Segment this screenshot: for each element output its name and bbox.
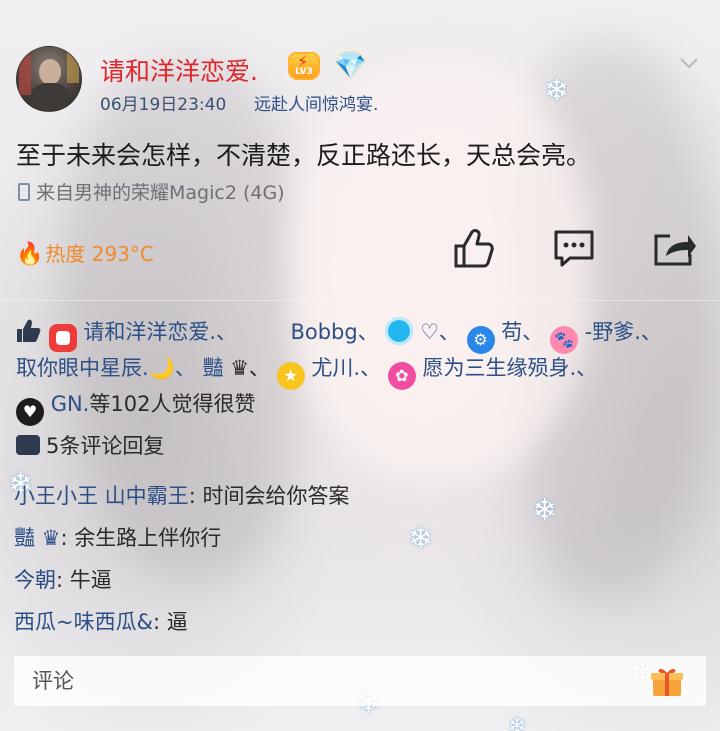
- post-time: 06月19日23:40: [100, 95, 227, 115]
- heat-indicator: 🔥 热度 293°C: [16, 242, 154, 267]
- comment-text: : 余生路上伴你行: [60, 526, 222, 550]
- thumbs-up-icon: [17, 319, 41, 342]
- post-card: 请和洋洋恋爱. ⚡ LV3 💎 06月19日23:40 远赴人间惊鸿宴. 至于未来…: [0, 0, 720, 731]
- post-text: 至于未来会怎样，不清楚，反正路还长，天总会亮。: [16, 141, 592, 170]
- likes-summary[interactable]: 等102人觉得很赞: [89, 392, 255, 416]
- comment-text: : 逼: [152, 610, 188, 634]
- liker-name[interactable]: GN.: [51, 392, 90, 416]
- flower-icon: ✿: [387, 362, 416, 390]
- fire-icon: 🔥: [16, 242, 44, 267]
- divider: [0, 300, 720, 301]
- comment-author[interactable]: 豔 ♛: [14, 526, 61, 550]
- comment-bar: [14, 656, 706, 706]
- like-button[interactable]: [452, 226, 496, 270]
- comment-item[interactable]: 西瓜~味西瓜&: 逼: [14, 606, 188, 636]
- user-badge-icon: [385, 317, 414, 345]
- crown-icon: ♛、: [230, 356, 271, 380]
- phone-icon: [18, 183, 30, 201]
- comments-count[interactable]: 5条评论回复: [16, 430, 164, 460]
- device-source: 来自男神的荣耀Magic2 (4G): [18, 178, 285, 205]
- user-badge-icon: [48, 324, 77, 352]
- lightning-badge-icon[interactable]: ⚡ LV3: [288, 52, 320, 80]
- comment-bubble-icon: [16, 435, 40, 455]
- share-button[interactable]: [652, 226, 696, 270]
- gift-icon[interactable]: [650, 664, 684, 698]
- comment-item[interactable]: 今朝: 牛逼: [14, 564, 112, 594]
- liker-name[interactable]: ♡、: [420, 320, 460, 344]
- comment-text: : 牛逼: [56, 568, 112, 592]
- comment-author[interactable]: 西瓜~味西瓜&: [14, 610, 153, 634]
- liker-name[interactable]: -野爹.、: [585, 320, 662, 344]
- liker-name[interactable]: 愿为三生缘殒身.、: [422, 356, 597, 380]
- liker-name[interactable]: 豔: [203, 356, 224, 380]
- comment-author[interactable]: 今朝: [14, 568, 56, 592]
- liker-name[interactable]: 取你眼中星辰.🌙、: [16, 356, 196, 380]
- comment-text: : 时间会给你答案: [188, 484, 350, 508]
- chevron-down-icon[interactable]: [678, 52, 700, 74]
- heart-icon: ♥: [16, 398, 44, 426]
- likes-list: 请和洋洋恋爱.、 Bobbg、 ♡、 ⚙ 苟、 🐾 -野爹.、 取你眼中星辰.🌙…: [16, 314, 706, 426]
- comment-input[interactable]: [14, 656, 614, 706]
- star-icon: ★: [276, 362, 305, 390]
- username[interactable]: 请和洋洋恋爱.: [100, 52, 258, 88]
- post-header: 请和洋洋恋爱. ⚡ LV3 💎 06月19日23:40 远赴人间惊鸿宴.: [16, 46, 706, 116]
- comment-item[interactable]: 豔 ♛: 余生路上伴你行: [14, 522, 221, 552]
- comment-author[interactable]: 小王小王 山中霸王: [14, 484, 189, 508]
- comment-button[interactable]: [552, 226, 596, 270]
- diamond-badge-icon[interactable]: 💎: [334, 52, 366, 80]
- liker-name[interactable]: 苟、: [501, 320, 543, 344]
- liker-name[interactable]: 尤川.、: [311, 356, 381, 380]
- user-signature: 远赴人间惊鸿宴.: [254, 95, 379, 115]
- comment-item[interactable]: 小王小王 山中霸王: 时间会给你答案: [14, 480, 349, 510]
- liker-name[interactable]: Bobbg、: [290, 320, 378, 344]
- liker-name[interactable]: 请和洋洋恋爱.、: [83, 320, 237, 344]
- avatar[interactable]: [16, 46, 82, 112]
